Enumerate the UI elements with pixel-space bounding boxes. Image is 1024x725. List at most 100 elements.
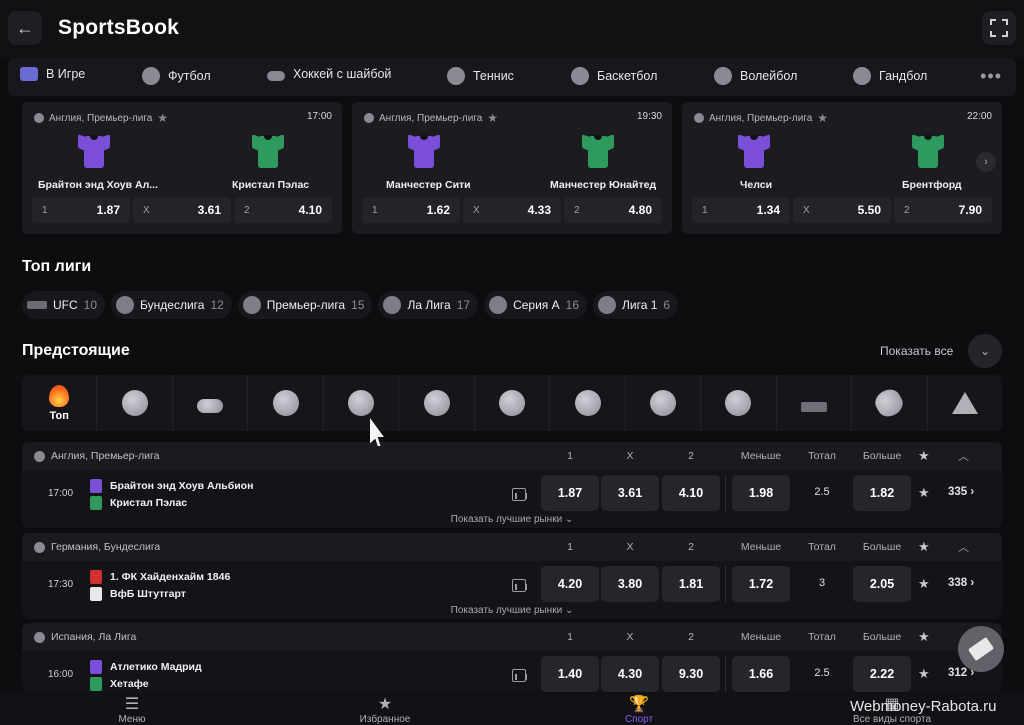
stats-icon[interactable] [512, 669, 527, 682]
chevron-up-icon[interactable]: ︿ [958, 448, 969, 464]
odd-home[interactable]: 1 1.62 [362, 197, 460, 223]
featured-match-card[interactable]: Англия, Премьер-лига ★ 19:30 Манчестер Си… [352, 102, 672, 234]
american-football-icon [871, 385, 908, 421]
away-jersey-icon [912, 132, 944, 170]
stats-icon[interactable] [512, 488, 527, 501]
odd-draw[interactable]: 3.80 [601, 566, 659, 602]
match-time: 19:30 [636, 111, 662, 122]
more-markets-link[interactable]: 335 › [948, 486, 974, 498]
tab-snooker[interactable] [928, 375, 1002, 431]
odd-draw[interactable]: 3.61 [601, 475, 659, 511]
odd-home[interactable]: 1.87 [541, 475, 599, 511]
star-icon[interactable]: ★ [157, 111, 168, 125]
event-league: Германия, Бундеслига [51, 541, 161, 553]
odd-away[interactable]: 1.81 [662, 566, 720, 602]
league-chip-ligue-1[interactable]: Лига 16 [593, 291, 679, 319]
show-best-markets[interactable]: Показать лучшие рынки ⌄ [22, 605, 1002, 616]
back-button[interactable]: ← [8, 11, 42, 45]
odd-draw[interactable]: X 4.33 [463, 197, 561, 223]
tab-top[interactable]: Топ [22, 375, 98, 431]
fullscreen-button[interactable] [982, 11, 1016, 45]
arrow-left-icon: ← [16, 17, 34, 38]
tab-american-football[interactable] [852, 375, 928, 431]
collapse-button[interactable]: ⌄ [968, 334, 1002, 368]
odd-over[interactable]: 2.05 [853, 566, 911, 602]
carousel-next-button[interactable]: › [976, 152, 996, 172]
odd-away[interactable]: 2 4.10 [234, 197, 332, 223]
star-icon[interactable]: ★ [487, 111, 498, 125]
tab-futsal[interactable] [626, 375, 702, 431]
away-team: Кристал Пэлас [90, 496, 187, 510]
tab-tennis[interactable] [248, 375, 324, 431]
top-bar: ← SportsBook [0, 0, 1024, 58]
stats-icon[interactable] [512, 579, 527, 592]
odd-away[interactable]: 4.10 [662, 475, 720, 511]
bottom-nav-menu[interactable]: ☰ Меню [72, 694, 192, 725]
star-icon[interactable]: ★ [918, 666, 930, 682]
football-icon [598, 296, 616, 314]
odd-home[interactable]: 1.40 [541, 656, 599, 692]
bottom-nav-favorites[interactable]: ★ Избранное [325, 694, 445, 725]
league-chip-la-liga[interactable]: Ла Лига 17 [378, 291, 479, 319]
nav-item-basketball[interactable]: Баскетбол [571, 67, 657, 85]
featured-match-card[interactable]: Англия, Премьер-лига ★ 17:00 Брайтон энд … [22, 102, 342, 234]
football-icon [34, 450, 45, 462]
odd-away[interactable]: 2 4.80 [564, 197, 662, 223]
event-league: Испания, Ла Лига [51, 631, 137, 643]
home-jersey-icon [408, 132, 440, 170]
odd-away[interactable]: 2 7.90 [894, 197, 992, 223]
star-icon[interactable]: ★ [817, 111, 828, 125]
featured-match-card[interactable]: Англия, Премьер-лига ★ 22:00 Челси Брентф… [682, 102, 1002, 234]
star-icon[interactable]: ★ [918, 539, 930, 555]
tab-mma[interactable] [777, 375, 853, 431]
chevron-up-icon[interactable]: ︿ [958, 539, 969, 555]
show-all-link[interactable]: Показать все [880, 344, 953, 358]
tab-rugby[interactable] [550, 375, 626, 431]
nav-item-hockey[interactable]: Хоккей с шайбой [267, 67, 391, 81]
nav-item-tennis[interactable]: Теннис [447, 67, 514, 85]
star-icon[interactable]: ★ [918, 576, 930, 592]
home-team: Брайтон энд Хоув Ал... [38, 179, 159, 191]
odd-home[interactable]: 1 1.34 [692, 197, 790, 223]
bottom-nav-sport[interactable]: 🏆 Спорт [579, 694, 699, 725]
league-chip-serie-a[interactable]: Серия А 16 [484, 291, 587, 319]
odd-over[interactable]: 2.22 [853, 656, 911, 692]
chevron-right-icon: › [984, 156, 988, 168]
show-best-markets[interactable]: Показать лучшие рынки ⌄ [22, 514, 1002, 525]
more-markets-link[interactable]: 338 › [948, 577, 974, 589]
tab-hockey[interactable] [173, 375, 249, 431]
handball-icon [853, 67, 871, 85]
tab-football[interactable] [97, 375, 173, 431]
league-chip-ufc[interactable]: UFC 10 [22, 291, 106, 319]
odd-under[interactable]: 1.66 [732, 656, 790, 692]
more-dots-icon[interactable]: ••• [980, 66, 1002, 87]
odd-draw[interactable]: 4.30 [601, 656, 659, 692]
odd-draw[interactable]: X 3.61 [133, 197, 231, 223]
odd-over[interactable]: 1.82 [853, 475, 911, 511]
odd-home[interactable]: 1 1.87 [32, 197, 130, 223]
match-time: 17:00 [306, 111, 332, 122]
tab-volleyball[interactable] [399, 375, 475, 431]
odd-away[interactable]: 9.30 [662, 656, 720, 692]
nav-item-football[interactable]: Футбол [142, 67, 211, 85]
betslip-button[interactable] [958, 626, 1004, 672]
odd-under[interactable]: 1.98 [732, 475, 790, 511]
odd-home[interactable]: 4.20 [541, 566, 599, 602]
nav-item-live[interactable]: В Игре [20, 67, 85, 81]
tab-basketball[interactable] [324, 375, 400, 431]
tab-handball[interactable] [475, 375, 551, 431]
jersey-icon [90, 677, 102, 691]
tab-boxing[interactable] [701, 375, 777, 431]
league-chip-premier-league[interactable]: Премьер-лига 15 [237, 291, 373, 319]
star-icon[interactable]: ★ [918, 448, 930, 464]
star-icon[interactable]: ★ [918, 629, 930, 645]
odd-under[interactable]: 1.72 [732, 566, 790, 602]
nav-item-volleyball[interactable]: Волейбол [714, 67, 797, 85]
league-chip-bundesliga[interactable]: Бундеслига 12 [111, 291, 232, 319]
football-icon [116, 296, 135, 314]
fire-icon [49, 384, 70, 407]
odd-draw[interactable]: X 5.50 [793, 197, 891, 223]
nav-item-handball[interactable]: Гандбол [853, 67, 927, 85]
star-icon[interactable]: ★ [918, 485, 930, 501]
chevron-down-icon: ⌄ [564, 514, 574, 525]
